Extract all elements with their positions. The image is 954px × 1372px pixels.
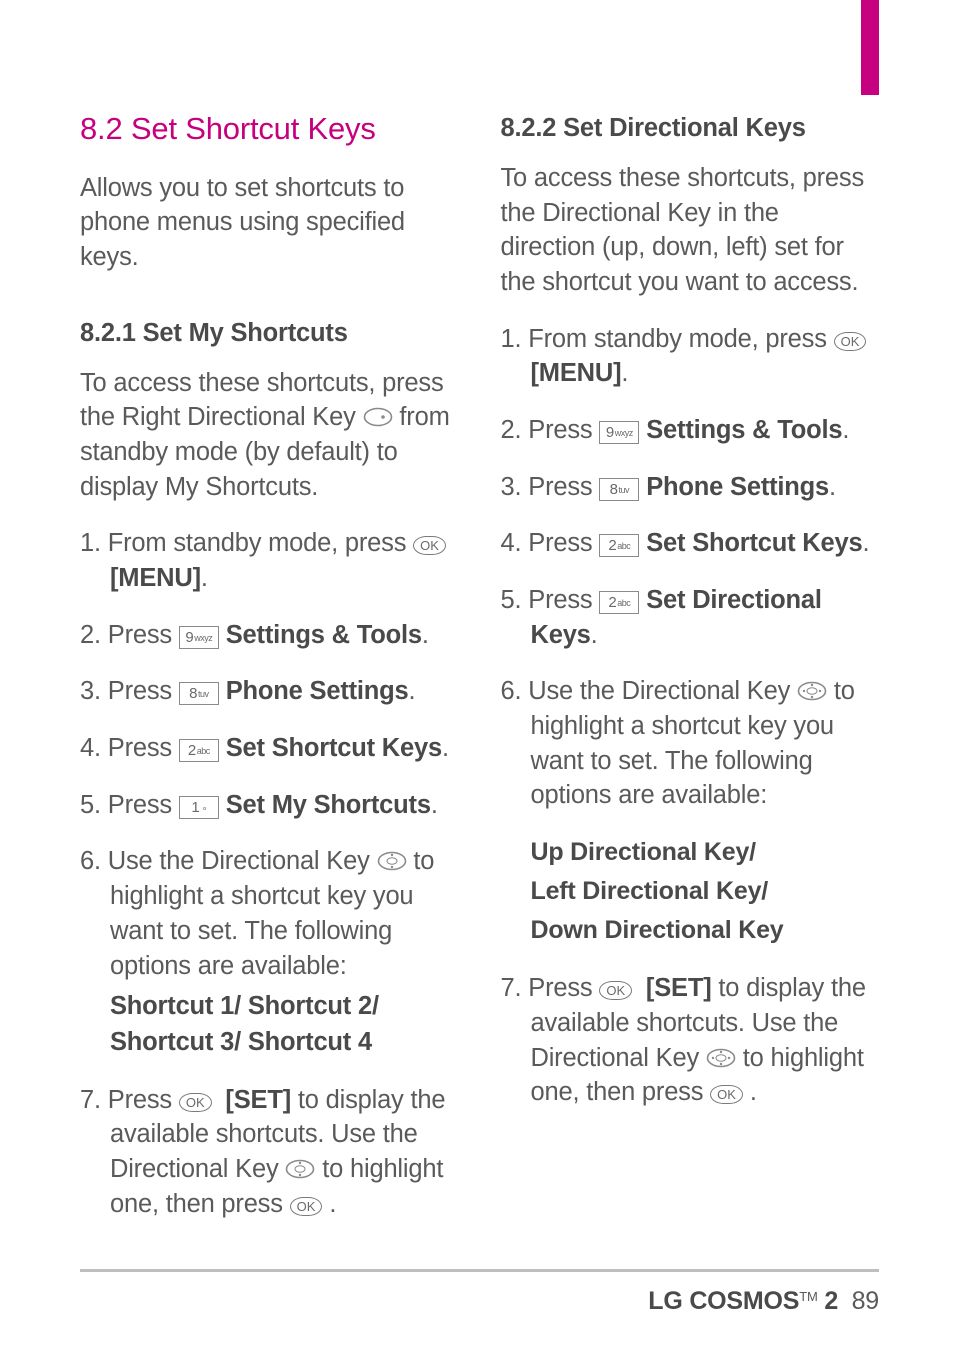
ok-key-icon: OK <box>710 1085 743 1104</box>
right-column: 8.2.2 Set Directional Keys To access the… <box>501 110 880 1243</box>
subsection-intro-1: To access these shortcuts, press the Rig… <box>80 366 459 505</box>
footer-rule <box>80 1269 879 1272</box>
step-7: Press OK [SET] to display the available … <box>501 971 880 1110</box>
ok-key-icon: OK <box>834 332 867 351</box>
step-2: Press 9wxyz Settings & Tools. <box>80 618 459 653</box>
directional-key-icon <box>706 1048 736 1068</box>
key-8-icon: 8tuv <box>599 478 639 501</box>
subsection-title: Set My Shortcuts <box>143 319 348 347</box>
right-directional-key-icon <box>363 407 393 427</box>
content-columns: 8.2 Set Shortcut Keys Allows you to set … <box>80 110 879 1243</box>
key-2-icon: 2abc <box>599 591 639 614</box>
key-9-icon: 9wxyz <box>599 421 639 444</box>
ok-key-icon: OK <box>413 536 446 555</box>
left-column: 8.2 Set Shortcut Keys Allows you to set … <box>80 110 459 1243</box>
ok-key-icon: OK <box>179 1093 212 1112</box>
step-6: Use the Directional Key to highlight a s… <box>80 844 459 1060</box>
step-3: Press 8tuv Phone Settings. <box>501 470 880 505</box>
step-6-options: Shortcut 1/ Shortcut 2/ Shortcut 3/ Shor… <box>110 989 459 1060</box>
footer-model: 2 <box>824 1287 838 1315</box>
subsection-number: 8.2.2 <box>501 114 557 142</box>
key-2-icon: 2abc <box>599 534 639 557</box>
subsection-title: Set Directional Keys <box>563 114 806 142</box>
step-1: From standby mode, press OK [MENU]. <box>80 526 459 595</box>
ok-key-icon: OK <box>290 1197 323 1216</box>
key-2-icon: 2abc <box>179 739 219 762</box>
step-6: Use the Directional Key to highlight a s… <box>501 674 880 949</box>
key-9-icon: 9wxyz <box>179 626 219 649</box>
subsection-heading-1: 8.2.1 Set My Shortcuts <box>80 319 459 348</box>
step-5: Press 1 ∘ Set My Shortcuts. <box>80 788 459 823</box>
step-7: Press OK [SET] to display the available … <box>80 1083 459 1222</box>
trademark-symbol: TM <box>799 1289 817 1304</box>
step-5: Press 2abc Set Directional Keys. <box>501 583 880 652</box>
accent-tab <box>861 0 879 95</box>
ok-key-icon: OK <box>599 981 632 1000</box>
step-6-options: Up Directional Key/ Left Directional Key… <box>531 833 880 949</box>
subsection-number: 8.2.1 <box>80 319 136 347</box>
directional-key-icon <box>285 1159 315 1179</box>
section-intro: Allows you to set shortcuts to phone men… <box>80 171 459 275</box>
page: 8.2 Set Shortcut Keys Allows you to set … <box>0 0 954 1372</box>
key-1-icon: 1 ∘ <box>179 796 219 819</box>
subsection-intro-2: To access these shortcuts, press the Dir… <box>501 161 880 300</box>
directional-key-icon <box>797 681 827 701</box>
footer-brand: LG COSMOS <box>648 1287 799 1315</box>
step-1: From standby mode, press OK [MENU]. <box>501 322 880 391</box>
steps-list-2: From standby mode, press OK [MENU]. Pres… <box>501 322 880 1110</box>
section-number: 8.2 <box>80 111 123 146</box>
step-2: Press 9wxyz Settings & Tools. <box>501 413 880 448</box>
step-4: Press 2abc Set Shortcut Keys. <box>80 731 459 766</box>
step-4: Press 2abc Set Shortcut Keys. <box>501 526 880 561</box>
section-title: Set Shortcut Keys <box>131 111 376 146</box>
step-3: Press 8tuv Phone Settings. <box>80 674 459 709</box>
page-number: 89 <box>852 1287 879 1315</box>
section-heading: 8.2 Set Shortcut Keys <box>80 110 459 149</box>
steps-list-1: From standby mode, press OK [MENU]. Pres… <box>80 526 459 1221</box>
page-footer: LG COSMOSTM 2 89 <box>648 1287 879 1316</box>
directional-key-icon <box>377 851 407 871</box>
key-8-icon: 8tuv <box>179 682 219 705</box>
subsection-heading-2: 8.2.2 Set Directional Keys <box>501 114 880 143</box>
